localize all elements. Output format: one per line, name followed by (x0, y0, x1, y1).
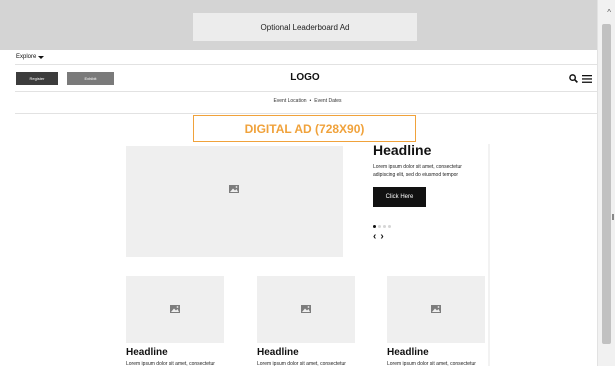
register-button[interactable]: Register (16, 72, 58, 85)
divider (15, 113, 598, 114)
event-location: Event Location (273, 98, 307, 104)
vertical-scrollbar[interactable]: ^ (597, 0, 615, 366)
site-logo[interactable]: LOGO (280, 72, 330, 86)
event-separator: • (309, 98, 312, 104)
divider (15, 91, 598, 92)
explore-label: Explore (16, 54, 37, 60)
card-headline: Headline (126, 347, 168, 358)
scrollbar-thumb[interactable] (602, 24, 611, 344)
digital-ad-banner[interactable]: DIGITAL AD (728X90) (193, 115, 416, 142)
scroll-up-arrow-icon[interactable]: ^ (607, 9, 611, 17)
card-image-placeholder[interactable] (387, 276, 485, 343)
image-icon (229, 185, 239, 193)
image-icon (301, 305, 311, 313)
hamburger-menu-icon[interactable] (582, 75, 592, 83)
event-info: Event Location • Event Dates (0, 98, 615, 104)
card-headline: Headline (257, 347, 299, 358)
image-icon (170, 305, 180, 313)
card-image-placeholder[interactable] (126, 276, 224, 343)
scroll-marker (612, 214, 614, 220)
event-dates: Event Dates (314, 98, 342, 104)
explore-menu[interactable]: Explore (16, 54, 45, 60)
exhibit-button[interactable]: Exhibit (67, 72, 114, 85)
carousel-dot[interactable] (388, 225, 391, 228)
card-body-text: Lorem ipsum dolor sit amet, consectetur (126, 361, 215, 366)
content-edge (488, 144, 490, 366)
card-image-placeholder[interactable] (257, 276, 355, 343)
carousel-dots (373, 225, 391, 228)
carousel-dot[interactable] (383, 225, 386, 228)
card-body-text: Lorem ipsum dolor sit amet, consectetur (257, 361, 346, 366)
chevron-right-icon[interactable]: › (380, 232, 383, 242)
leaderboard-band: Optional Leaderboard Ad (0, 0, 598, 50)
carousel-arrows: ‹ › (373, 232, 384, 242)
chevron-left-icon[interactable]: ‹ (373, 232, 376, 242)
card-headline: Headline (387, 347, 429, 358)
card-body-text: Lorem ipsum dolor sit amet, consectetur (387, 361, 476, 366)
image-icon (431, 305, 441, 313)
divider (15, 64, 598, 65)
leaderboard-ad[interactable]: Optional Leaderboard Ad (193, 13, 417, 41)
hero-body-text: Lorem ipsum dolor sit amet, consectetur … (373, 164, 462, 178)
search-icon[interactable] (569, 74, 578, 83)
caret-down-icon (38, 55, 45, 59)
click-here-button[interactable]: Click Here (373, 187, 426, 207)
carousel-dot[interactable] (373, 225, 376, 228)
carousel-dot[interactable] (378, 225, 381, 228)
hero-headline: Headline (373, 142, 432, 158)
hero-image-placeholder[interactable] (126, 146, 343, 257)
